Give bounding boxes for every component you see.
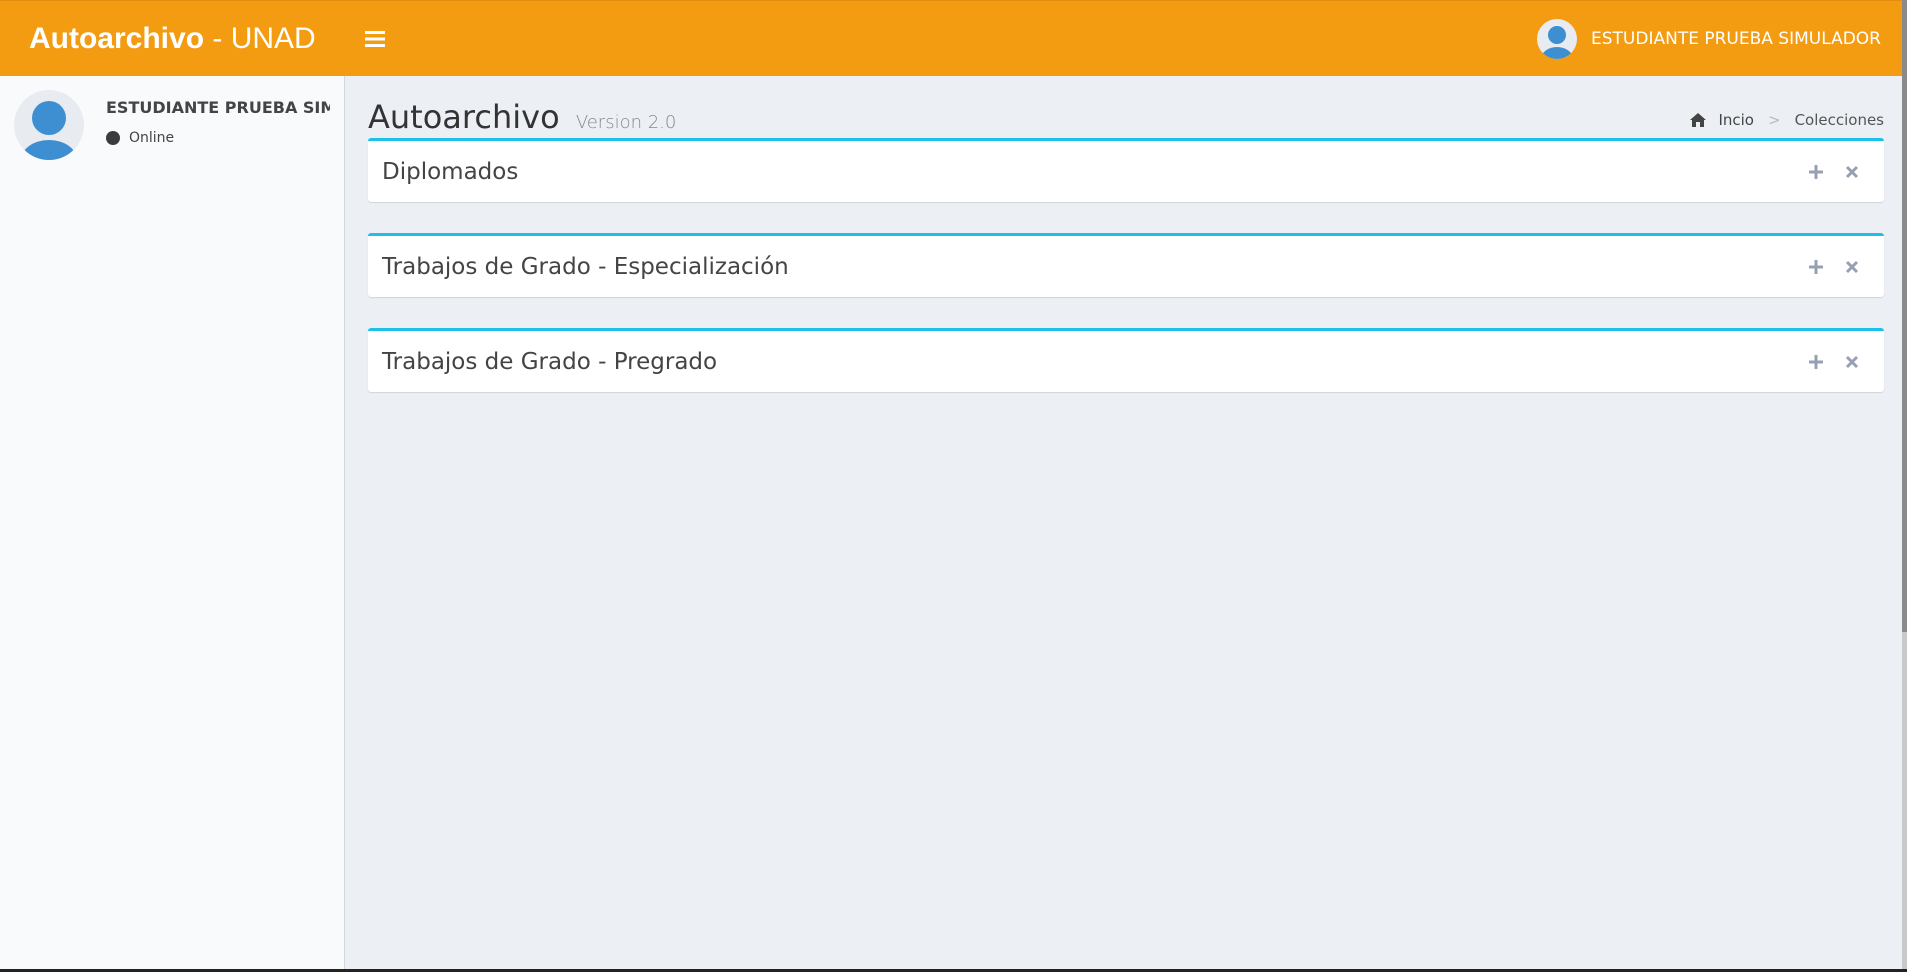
- user-menu-name: ESTUDIANTE PRUEBA SIMULADOR: [1591, 28, 1881, 49]
- page-subtitle: Version 2.0: [575, 112, 677, 133]
- breadcrumb: Incio > Colecciones: [1690, 111, 1884, 129]
- sidebar: ESTUDIANTE PRUEBA SIMULADOR Online: [0, 76, 345, 972]
- expand-button[interactable]: [1798, 252, 1834, 282]
- home-icon: [1690, 113, 1707, 127]
- close-icon: [1845, 260, 1859, 273]
- collection-box: Diplomados: [368, 138, 1884, 202]
- content-header: Autoarchivo Version 2.0 Incio > Coleccio…: [368, 76, 1884, 138]
- box-tools: [1798, 157, 1870, 187]
- box-tools: [1798, 347, 1870, 377]
- box-title[interactable]: Trabajos de Grado - Especialización: [382, 254, 789, 280]
- top-navbar: Autoarchivo - UNAD ESTUDIANTE PRUEBA SIM…: [0, 0, 1907, 76]
- user-info: ESTUDIANTE PRUEBA SIMULADOR Online: [106, 90, 330, 162]
- status-dot-icon: [106, 131, 120, 145]
- plus-icon: [1809, 259, 1823, 274]
- close-icon: [1845, 165, 1859, 178]
- brand-name: Autoarchivo: [29, 21, 205, 55]
- user-panel: ESTUDIANTE PRUEBA SIMULADOR Online: [0, 76, 344, 176]
- collection-box: Trabajos de Grado - Especialización: [368, 233, 1884, 297]
- main-content: Autoarchivo Version 2.0 Incio > Coleccio…: [368, 76, 1884, 423]
- box-tools: [1798, 252, 1870, 282]
- user-avatar-icon: [1537, 18, 1578, 59]
- breadcrumb-separator: >: [1767, 111, 1781, 129]
- hamburger-icon: [365, 30, 385, 47]
- breadcrumb-home-link[interactable]: Incio: [1690, 111, 1754, 129]
- brand-logo[interactable]: Autoarchivo - UNAD: [0, 1, 345, 77]
- remove-button[interactable]: [1834, 157, 1870, 187]
- expand-button[interactable]: [1798, 157, 1834, 187]
- breadcrumb-current: Colecciones: [1794, 111, 1884, 129]
- user-menu[interactable]: ESTUDIANTE PRUEBA SIMULADOR: [1537, 18, 1881, 59]
- plus-icon: [1809, 354, 1823, 369]
- user-status[interactable]: Online: [106, 130, 330, 146]
- status-label: Online: [129, 130, 175, 146]
- expand-button[interactable]: [1798, 347, 1834, 377]
- plus-icon: [1809, 164, 1823, 179]
- page-title: Autoarchivo Version 2.0: [368, 98, 676, 136]
- collection-box: Trabajos de Grado - Pregrado: [368, 328, 1884, 392]
- scrollbar-thumb[interactable]: [1902, 0, 1907, 632]
- breadcrumb-home-label: Incio: [1718, 111, 1754, 129]
- box-title[interactable]: Diplomados: [382, 159, 518, 185]
- user-avatar-icon: [14, 90, 84, 160]
- sidebar-toggle-button[interactable]: [345, 1, 405, 77]
- sidebar-user-name: ESTUDIANTE PRUEBA SIMULADOR: [106, 98, 330, 117]
- remove-button[interactable]: [1834, 347, 1870, 377]
- remove-button[interactable]: [1834, 252, 1870, 282]
- page-scrollbar[interactable]: [1902, 0, 1907, 972]
- box-title[interactable]: Trabajos de Grado - Pregrado: [382, 349, 717, 375]
- close-icon: [1845, 355, 1859, 368]
- brand-suffix: - UNAD: [204, 21, 316, 55]
- page-title-text: Autoarchivo: [368, 98, 560, 136]
